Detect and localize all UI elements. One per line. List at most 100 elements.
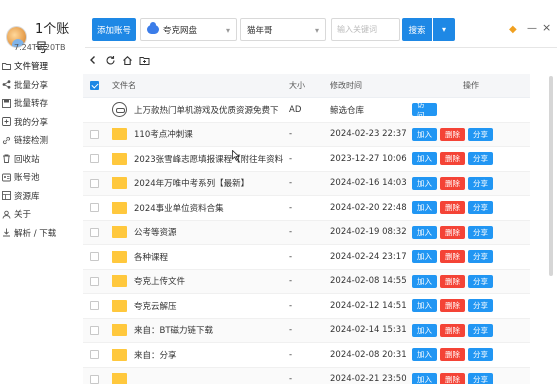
visit-button[interactable]: 访 问	[412, 100, 437, 120]
search-input[interactable]	[331, 18, 400, 41]
add-button[interactable]: 加入	[412, 250, 437, 264]
share-button[interactable]: 分享	[468, 225, 493, 239]
sidebar-item-link-check[interactable]: 链接检测	[0, 131, 80, 150]
share-button[interactable]: 分享	[468, 201, 493, 215]
column-header-time[interactable]: 修改时间	[330, 80, 412, 91]
sidebar-item-batch-save[interactable]: 批量转存	[0, 94, 80, 113]
table-row-ad[interactable]: 上万款热门单机游戏及优质资源免费下 AD 鲸选仓库 访 问	[83, 98, 530, 123]
new-folder-icon[interactable]	[137, 53, 151, 67]
search-button[interactable]: 搜索	[402, 18, 432, 41]
add-button[interactable]: 加入	[412, 176, 437, 190]
home-icon[interactable]	[120, 53, 134, 67]
add-button[interactable]: 加入	[412, 372, 437, 384]
drive-select[interactable]: 夸克网盘 ▾	[140, 18, 237, 41]
add-button[interactable]: 加入	[412, 152, 437, 166]
add-button[interactable]: 加入	[412, 348, 437, 362]
app-window: 1个账号 7.24TB/20TB 文件管理 批量分享 批量转存 我的分享 链接检…	[0, 0, 557, 384]
sidebar-item-batch-share[interactable]: 批量分享	[0, 76, 80, 95]
row-checkbox[interactable]	[89, 203, 99, 213]
table-row[interactable]: - 2024-02-21 23:50 加入 删除 分享	[83, 367, 530, 384]
add-button[interactable]: 加入	[412, 201, 437, 215]
share-button[interactable]: 分享	[468, 323, 493, 337]
table-row[interactable]: 夸克云解压 - 2024-02-12 14:51 加入 删除 分享	[83, 294, 530, 319]
delete-button[interactable]: 删除	[440, 348, 465, 362]
table-row[interactable]: 2024事业单位资料合集 - 2024-02-20 22:48 加入 删除 分享	[83, 196, 530, 221]
share-button[interactable]: 分享	[468, 250, 493, 264]
share-button[interactable]: 分享	[468, 274, 493, 288]
share-button[interactable]: 分享	[468, 348, 493, 362]
column-header-size[interactable]: 大小	[289, 80, 330, 91]
delete-button[interactable]: 删除	[440, 225, 465, 239]
add-button[interactable]: 加入	[412, 225, 437, 239]
table-row[interactable]: 来自：分享 - 2024-02-08 20:31 加入 删除 分享	[83, 343, 530, 368]
file-time: 2024-02-14 15:31	[330, 325, 407, 336]
table-row[interactable]: 110考点冲刺课 - 2024-02-23 22:37 加入 删除 分享	[83, 122, 530, 147]
add-button[interactable]: 加入	[412, 299, 437, 313]
table-row[interactable]: 2024年万唯中考系列【最新】 - 2024-02-16 14:03 加入 删除分…	[83, 171, 530, 196]
delete-button[interactable]: 删除	[440, 250, 465, 264]
file-name[interactable]: 夸克上传文件	[134, 275, 185, 287]
folder-icon	[2, 62, 11, 71]
file-name[interactable]: 来自：分享	[134, 349, 177, 361]
table-row[interactable]: 各种课程 - 2024-02-24 23:17 加入 删除 分享	[83, 245, 530, 270]
row-checkbox[interactable]	[89, 227, 99, 237]
file-name[interactable]: 2024事业单位资料合集	[134, 202, 224, 214]
column-header-name[interactable]: 文件名	[105, 80, 289, 91]
sidebar-item-my-share[interactable]: 我的分享	[0, 113, 80, 132]
file-name[interactable]: 来自：BT磁力链下载	[134, 324, 213, 336]
minimize-button[interactable]: —	[527, 24, 537, 34]
file-name[interactable]: 2024年万唯中考系列【最新】	[134, 177, 249, 189]
row-checkbox[interactable]	[89, 325, 99, 335]
add-button[interactable]: 加入	[412, 323, 437, 337]
delete-button[interactable]: 删除	[440, 127, 465, 141]
table-row[interactable]: 2023张雪峰志愿填报课程【附往年资料 - 2023-12-27 10:06 加…	[83, 147, 530, 172]
diamond-icon[interactable]: ◆	[509, 25, 519, 35]
file-name[interactable]: 公考等资源	[134, 226, 177, 238]
sidebar-item-account-pool[interactable]: 账号池	[0, 168, 80, 187]
share-button[interactable]: 分享	[468, 372, 493, 384]
share-button[interactable]: 分享	[468, 299, 493, 313]
delete-button[interactable]: 删除	[440, 274, 465, 288]
close-button[interactable]: ×	[542, 22, 551, 33]
sidebar-item-recycle-bin[interactable]: 回收站	[0, 150, 80, 169]
delete-button[interactable]: 删除	[440, 299, 465, 313]
table-row[interactable]: 公考等资源 - 2024-02-19 08:32 加入 删除 分享	[83, 220, 530, 245]
add-button[interactable]: 加入	[412, 127, 437, 141]
file-name[interactable]: 2023张雪峰志愿填报课程【附往年资料	[134, 153, 283, 165]
back-icon[interactable]	[86, 53, 100, 67]
add-button[interactable]: 加入	[412, 274, 437, 288]
share-button[interactable]: 分享	[468, 176, 493, 190]
table-row[interactable]: 来自：BT磁力链下载 - 2024-02-14 15:31 加入 删除 分享	[83, 318, 530, 343]
row-checkbox[interactable]	[89, 252, 99, 262]
sidebar-item-resource-library[interactable]: 资源库	[0, 187, 80, 206]
file-name[interactable]: 各种课程	[134, 251, 168, 263]
sidebar-item-about[interactable]: 关于	[0, 205, 80, 224]
delete-button[interactable]: 删除	[440, 201, 465, 215]
delete-button[interactable]: 删除	[440, 323, 465, 337]
keyword-source-select[interactable]: 猫年哥 ▾	[240, 18, 326, 41]
file-name[interactable]: 110考点冲刺课	[134, 128, 193, 140]
row-checkbox[interactable]	[89, 350, 99, 360]
sidebar-item-file-manager[interactable]: 文件管理	[0, 57, 80, 76]
row-checkbox[interactable]	[89, 276, 99, 286]
row-checkbox[interactable]	[89, 154, 99, 164]
row-checkbox[interactable]	[89, 129, 99, 139]
vertical-scrollbar[interactable]	[547, 48, 555, 378]
row-checkbox[interactable]	[89, 178, 99, 188]
scrollbar-thumb[interactable]	[549, 76, 553, 276]
delete-button[interactable]: 删除	[440, 372, 465, 384]
share-button[interactable]: 分享	[468, 152, 493, 166]
file-name[interactable]: 夸克云解压	[134, 300, 177, 312]
search-options-button[interactable]: ▾	[433, 18, 455, 41]
add-account-button[interactable]: 添加账号	[92, 18, 136, 41]
file-table: 文件名 大小 修改时间 操作 上万款热门单机游戏及优质资源免费下 AD 鲸选仓库…	[83, 74, 530, 384]
delete-button[interactable]: 删除	[440, 176, 465, 190]
refresh-icon[interactable]	[103, 53, 117, 67]
sidebar-item-parse-download[interactable]: 解析 / 下载	[0, 224, 80, 243]
row-checkbox[interactable]	[89, 301, 99, 311]
delete-button[interactable]: 删除	[440, 152, 465, 166]
table-row[interactable]: 夸克上传文件 - 2024-02-08 14:55 加入 删除 分享	[83, 269, 530, 294]
share-button[interactable]: 分享	[468, 127, 493, 141]
select-all-checkbox[interactable]	[89, 81, 99, 90]
row-checkbox[interactable]	[89, 374, 99, 384]
